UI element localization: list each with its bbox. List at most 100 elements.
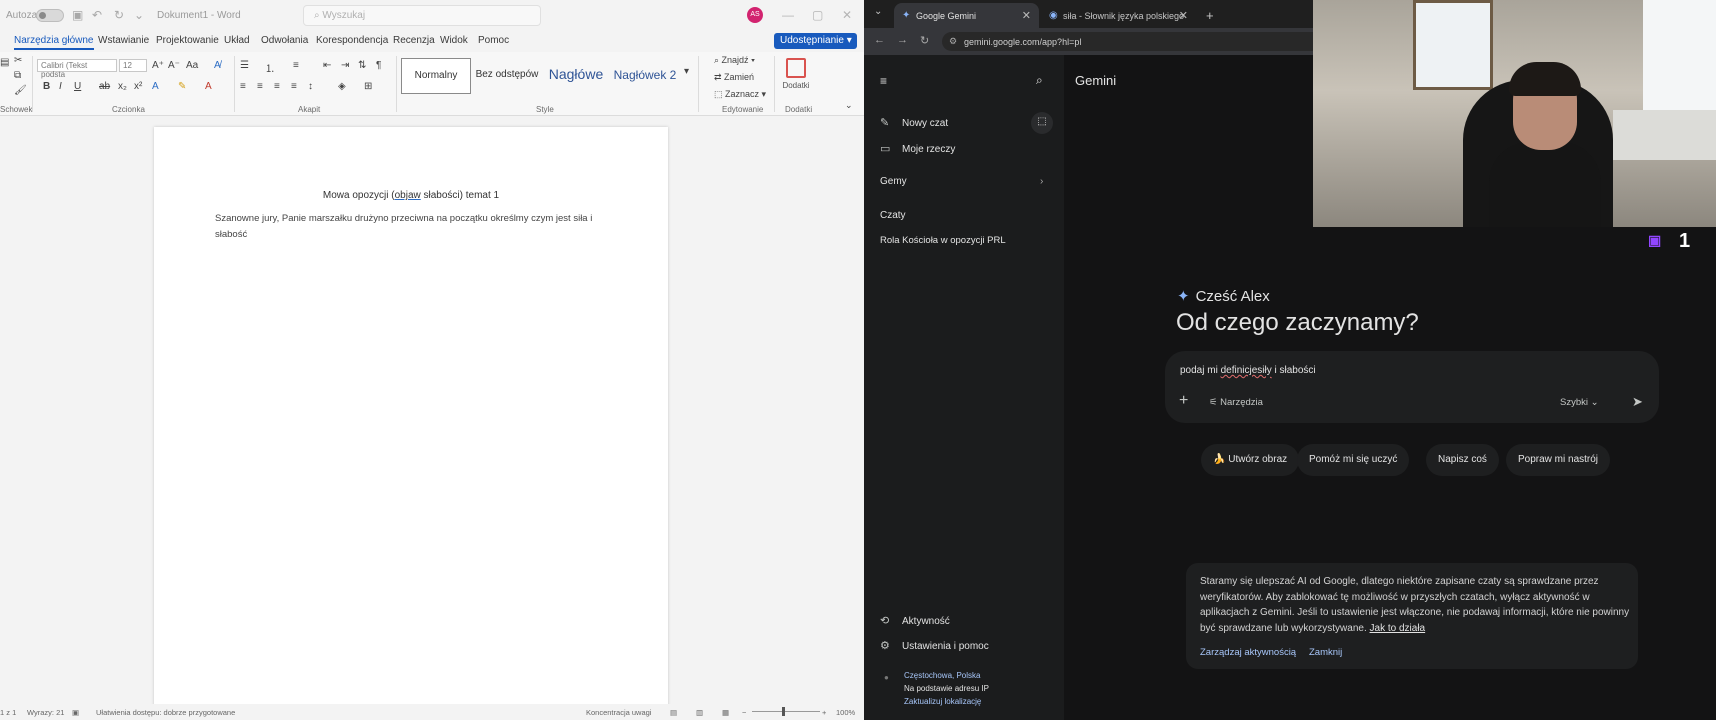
line-spacing-icon[interactable]: ↕ [308, 81, 313, 92]
chip-boost-mood[interactable]: Popraw mi nastrój [1506, 444, 1611, 476]
chip-create-image[interactable]: 🍌 Utwórz obraz [1201, 444, 1300, 476]
tab-google-gemini[interactable]: ✦ Google Gemini ✕ [894, 3, 1039, 28]
customize-quick-access-icon[interactable]: ⌄ [134, 8, 144, 22]
increase-indent-icon[interactable]: ⇥ [341, 60, 349, 71]
status-focus[interactable]: Koncentracja uwagi [586, 708, 651, 717]
close-notice-button[interactable]: Zamknij [1309, 647, 1342, 658]
model-mode-select[interactable]: Szybki ⌄ [1560, 397, 1599, 408]
chip-help-me-learn[interactable]: Pomóż mi się uczyć [1297, 444, 1410, 476]
gems-button[interactable]: Gemy [880, 176, 907, 187]
avatar[interactable]: AS [747, 7, 763, 23]
tab-review[interactable]: Recenzja [393, 35, 435, 46]
find-button[interactable]: ⌕ Znajdź ▾ [714, 55, 755, 66]
bold-icon[interactable]: B [43, 81, 50, 92]
status-words[interactable]: Wyrazy: 21 [27, 708, 64, 717]
grow-font-icon[interactable]: A⁺ [152, 60, 164, 71]
style-heading-1[interactable]: Nagłówe [541, 58, 611, 94]
tab-layout[interactable]: Układ [224, 35, 250, 46]
font-name-select[interactable]: Calibri (Tekst podsta [37, 59, 117, 79]
collapse-ribbon-icon[interactable]: ⌄ [845, 100, 853, 111]
zoom-slider-thumb[interactable] [782, 707, 785, 716]
autosave-toggle[interactable] [36, 9, 64, 22]
proofing-icon[interactable]: ▣ [72, 708, 79, 717]
zoom-level[interactable]: 100% [836, 708, 855, 717]
tab-view[interactable]: Widok [440, 35, 468, 46]
font-size-select[interactable]: 12 [119, 59, 147, 72]
status-accessibility[interactable]: Ułatwienia dostępu: dobrze przygotowane [96, 708, 235, 717]
shrink-font-icon[interactable]: A⁻ [168, 60, 180, 71]
sort-icon[interactable]: ⇅ [358, 60, 366, 71]
tab-dictionary[interactable]: ◉ siła - Słownik języka polskiego ✕ [1041, 3, 1196, 28]
zoom-in-icon[interactable]: + [822, 708, 826, 717]
shading-icon[interactable]: ◈ [338, 81, 346, 92]
chevron-right-icon[interactable]: › [1040, 176, 1043, 187]
align-left-icon[interactable]: ≡ [240, 81, 246, 92]
manage-activity-link[interactable]: Zarządzaj aktywnością [1200, 647, 1296, 658]
how-it-works-link[interactable]: Jak to działa [1370, 623, 1426, 634]
gemini-brand[interactable]: Gemini [1075, 73, 1116, 88]
save-icon[interactable]: ▣ [72, 8, 83, 22]
select-button[interactable]: ⬚ Zaznacz ▾ [714, 89, 766, 100]
highlight-icon[interactable]: ✎ [178, 81, 186, 92]
reload-icon[interactable]: ↻ [920, 34, 929, 47]
tab-insert[interactable]: Wstawianie [98, 35, 149, 46]
print-layout-icon[interactable]: ▥ [696, 708, 703, 717]
add-file-icon[interactable]: + [1179, 392, 1188, 410]
chat-item[interactable]: Rola Kościoła w opozycji PRL [880, 235, 1006, 246]
style-heading-2[interactable]: Nagłówek 2 [610, 58, 680, 94]
tools-button[interactable]: ⚟ Narzędzia [1209, 397, 1263, 408]
addins-button[interactable]: Dodatki [781, 56, 811, 90]
close-icon[interactable]: ✕ [842, 8, 852, 22]
read-mode-icon[interactable]: ▤ [670, 708, 677, 717]
prompt-box[interactable]: podaj mi definicjesiły i słabości + ⚟ Na… [1165, 351, 1659, 423]
tab-references[interactable]: Odwołania [261, 35, 308, 46]
clear-formatting-icon[interactable]: A̸ [214, 60, 221, 71]
replace-button[interactable]: ⇄ Zamień [714, 72, 754, 83]
bullets-icon[interactable]: ☰ [240, 60, 249, 71]
justify-icon[interactable]: ≡ [291, 81, 297, 92]
chip-write-something[interactable]: Napisz coś [1426, 444, 1499, 476]
style-normal[interactable]: Normalny [401, 58, 471, 94]
align-right-icon[interactable]: ≡ [274, 81, 280, 92]
menu-icon[interactable]: ≡ [880, 74, 887, 88]
superscript-icon[interactable]: x² [134, 81, 142, 92]
new-chat-button[interactable]: ✎ Nowy czat [880, 116, 948, 129]
close-tab-icon[interactable]: ✕ [1022, 9, 1031, 22]
web-layout-icon[interactable]: ▦ [722, 708, 729, 717]
temporary-chat-icon[interactable]: ⬚ [1031, 112, 1053, 134]
new-tab-icon[interactable]: + [1196, 3, 1214, 28]
paste-icon[interactable]: ▤ [0, 57, 9, 68]
numbering-icon[interactable]: ⒈ [265, 60, 275, 75]
multilevel-list-icon[interactable]: ≡ [293, 60, 299, 71]
text-effects-icon[interactable]: A [152, 81, 159, 92]
change-case-icon[interactable]: Aa [186, 60, 198, 71]
update-location-link[interactable]: Zaktualizuj lokalizację [904, 697, 981, 706]
site-info-icon[interactable]: ⚙ [949, 36, 957, 47]
tab-mailings[interactable]: Korespondencja [316, 35, 388, 46]
my-stuff-button[interactable]: ▭ Moje rzeczy [880, 142, 955, 155]
style-no-spacing[interactable]: Bez odstępów [472, 58, 542, 94]
undo-icon[interactable]: ↶ [92, 8, 102, 22]
maximize-icon[interactable]: ▢ [812, 8, 823, 22]
styles-gallery-more-icon[interactable]: ▾ [684, 66, 689, 77]
strikethrough-icon[interactable]: ab [99, 81, 110, 92]
align-center-icon[interactable]: ≡ [257, 81, 263, 92]
tab-home[interactable]: Narzędzia główne [14, 35, 94, 50]
subscript-icon[interactable]: x₂ [118, 81, 127, 92]
settings-help-button[interactable]: ⚙ Ustawienia i pomoc [880, 639, 989, 652]
font-color-icon[interactable]: A [205, 81, 212, 92]
underline-icon[interactable]: U [74, 81, 81, 92]
activity-button[interactable]: ⟲ Aktywność [880, 614, 950, 627]
zoom-out-icon[interactable]: − [742, 708, 746, 717]
zoom-slider[interactable] [752, 711, 820, 712]
prompt-input[interactable]: podaj mi definicjesiły i słabości [1180, 365, 1316, 376]
search-icon[interactable]: ⌕ [1036, 73, 1043, 88]
redo-icon[interactable]: ↻ [114, 8, 124, 22]
show-paragraph-marks-icon[interactable]: ¶ [376, 60, 381, 71]
document-page[interactable]: Mowa opozycji (objaw słabości) temat 1 S… [154, 127, 668, 720]
tab-help[interactable]: Pomoc [478, 35, 509, 46]
borders-icon[interactable]: ⊞ [364, 81, 372, 92]
back-icon[interactable]: ← [874, 34, 885, 46]
forward-icon[interactable]: → [897, 34, 908, 46]
close-tab-icon[interactable]: ✕ [1179, 9, 1188, 22]
